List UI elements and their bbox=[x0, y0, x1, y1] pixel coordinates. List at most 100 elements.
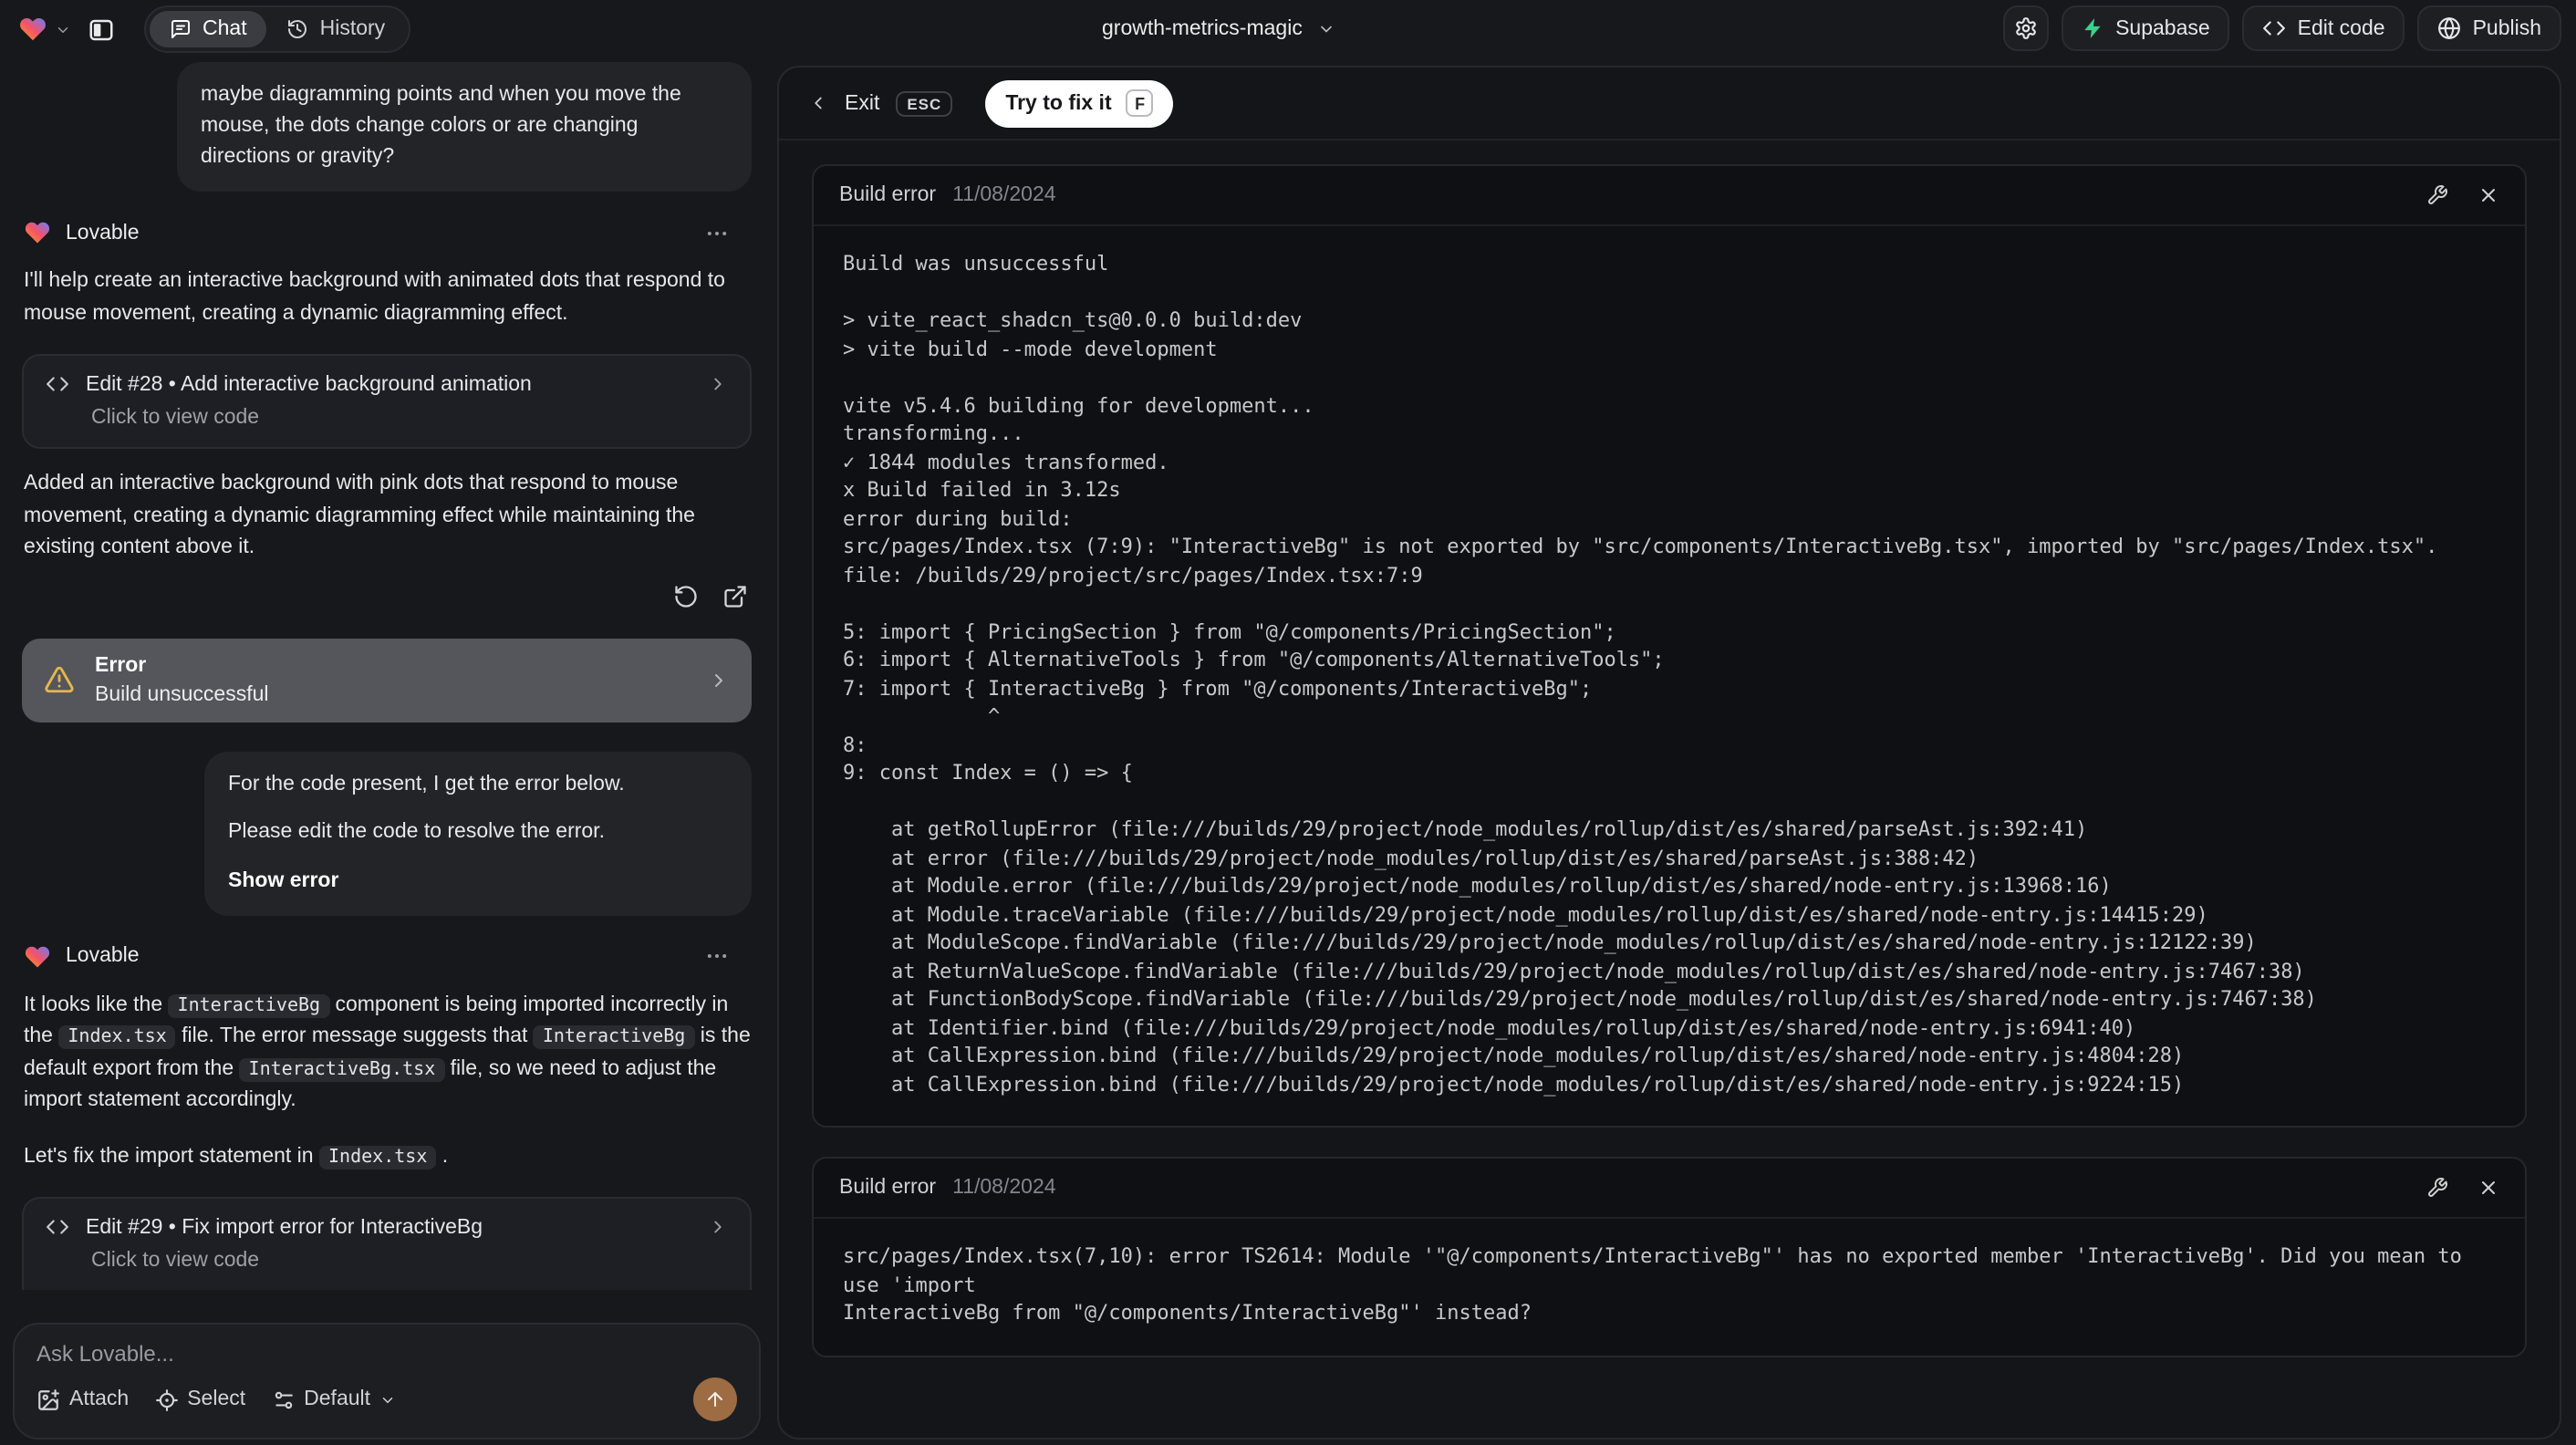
tab-history[interactable]: History bbox=[267, 11, 406, 47]
edit-code-button[interactable]: Edit code bbox=[2242, 5, 2405, 51]
inline-code: Index.tsx bbox=[319, 1145, 437, 1169]
assistant-message: Let's fix the import statement in Index.… bbox=[24, 1145, 449, 1169]
edit-card-29[interactable]: Edit #29 • Fix import error for Interact… bbox=[22, 1197, 752, 1290]
chat-bubble-icon bbox=[170, 18, 192, 40]
error-panel-title: Build error bbox=[839, 184, 937, 206]
top-bar: Chat History growth-metrics-magic Supaba… bbox=[0, 0, 2576, 58]
edit-card-title: Edit #29 • Fix import error for Interact… bbox=[86, 1216, 483, 1238]
code-brackets-icon bbox=[2263, 16, 2287, 40]
code-brackets-icon bbox=[46, 1215, 69, 1239]
close-icon[interactable] bbox=[2477, 1177, 2499, 1199]
chevron-left-icon bbox=[808, 93, 828, 113]
tab-chat-label: Chat bbox=[203, 18, 247, 40]
globe-icon bbox=[2438, 16, 2462, 40]
publish-button[interactable]: Publish bbox=[2417, 5, 2561, 51]
tab-chat[interactable]: Chat bbox=[150, 11, 267, 47]
edit-code-label: Edit code bbox=[2297, 17, 2385, 39]
message-actions bbox=[0, 581, 750, 610]
arrow-up-icon bbox=[704, 1388, 726, 1410]
user-message: maybe diagramming points and when you mo… bbox=[177, 62, 752, 192]
settings-button[interactable] bbox=[2002, 5, 2049, 51]
code-brackets-icon bbox=[46, 372, 69, 396]
assistant-name: Lovable bbox=[66, 222, 140, 244]
build-error-panel-1: Build error 11/08/2024 Build was unsucce… bbox=[812, 164, 2527, 1128]
error-card-title: Error bbox=[95, 654, 147, 676]
show-error-link[interactable]: Show error bbox=[228, 866, 728, 897]
project-switcher[interactable]: growth-metrics-magic bbox=[1102, 0, 1335, 58]
gear-icon bbox=[2013, 16, 2037, 40]
error-panel-date: 11/08/2024 bbox=[952, 184, 1056, 206]
target-icon bbox=[154, 1388, 178, 1411]
select-button[interactable]: Select bbox=[154, 1388, 245, 1411]
top-actions: Supabase Edit code Publish bbox=[2002, 5, 2561, 53]
user-message: For the code present, I get the error be… bbox=[204, 751, 752, 915]
lovable-heart-icon bbox=[18, 15, 47, 44]
chat-input-card: Attach Select bbox=[13, 1323, 761, 1440]
more-options-button[interactable] bbox=[704, 220, 730, 245]
supabase-button[interactable]: Supabase bbox=[2061, 5, 2230, 51]
edit-card-28[interactable]: Edit #28 • Add interactive background an… bbox=[22, 354, 752, 449]
supabase-label: Supabase bbox=[2115, 17, 2210, 39]
fix-button-label: Try to fix it bbox=[1005, 92, 1112, 114]
inline-code: Index.tsx bbox=[58, 1025, 176, 1049]
image-plus-icon bbox=[36, 1388, 60, 1411]
inline-code: InteractiveBg.tsx bbox=[239, 1057, 445, 1081]
build-log: src/pages/Index.tsx(7,10): error TS2614:… bbox=[843, 1244, 2462, 1325]
chevron-right-icon bbox=[708, 669, 730, 691]
esc-key-badge: ESC bbox=[896, 90, 953, 116]
assistant-header: Lovable bbox=[24, 219, 730, 246]
attach-button[interactable]: Attach bbox=[36, 1388, 129, 1411]
assistant-message: It looks like the InteractiveBg componen… bbox=[24, 993, 751, 1111]
preview-header: Exit ESC Try to fix it F bbox=[779, 68, 2560, 140]
try-to-fix-button[interactable]: Try to fix it F bbox=[985, 79, 1174, 127]
inline-code: InteractiveBg bbox=[533, 1025, 695, 1049]
lovable-app: Chat History growth-metrics-magic Supaba… bbox=[0, 0, 2576, 1445]
user-message-line: For the code present, I get the error be… bbox=[228, 773, 625, 795]
assistant-name: Lovable bbox=[66, 945, 140, 967]
supabase-bolt-icon bbox=[2081, 16, 2104, 40]
chevron-right-icon bbox=[708, 1217, 728, 1237]
assistant-message: Added an interactive background with pin… bbox=[24, 469, 752, 565]
chevron-right-icon bbox=[708, 374, 728, 394]
wrench-icon[interactable] bbox=[2426, 1177, 2448, 1199]
lovable-heart-icon bbox=[24, 219, 51, 246]
history-clock-icon bbox=[287, 18, 309, 40]
user-message-line: Please edit the code to resolve the erro… bbox=[228, 820, 605, 842]
send-button[interactable] bbox=[693, 1377, 737, 1421]
chevron-down-icon bbox=[1317, 20, 1335, 38]
close-icon[interactable] bbox=[2477, 184, 2499, 206]
lovable-heart-icon bbox=[24, 942, 51, 970]
tab-history-label: History bbox=[319, 18, 386, 40]
assistant-message: I'll help create an interactive backgrou… bbox=[24, 266, 752, 330]
project-name: growth-metrics-magic bbox=[1102, 18, 1303, 40]
edit-card-subtitle: Click to view code bbox=[91, 407, 260, 429]
exit-label: Exit bbox=[845, 92, 880, 114]
build-error-panel-2: Build error 11/08/2024 src/pages/Index.t… bbox=[812, 1157, 2527, 1357]
chat-panel: maybe diagramming points and when you mo… bbox=[0, 58, 774, 1445]
sliders-icon bbox=[271, 1388, 295, 1411]
refresh-icon[interactable] bbox=[671, 581, 701, 610]
mode-dropdown[interactable]: Default bbox=[271, 1388, 396, 1411]
toggle-sidebar-button[interactable] bbox=[80, 9, 122, 49]
wrench-icon[interactable] bbox=[2426, 184, 2448, 206]
error-preview-panel: Exit ESC Try to fix it F Build error 11/… bbox=[777, 66, 2561, 1440]
more-options-button[interactable] bbox=[704, 943, 730, 969]
warning-triangle-icon bbox=[44, 664, 75, 695]
build-log: Build was unsuccessful > vite_react_shad… bbox=[843, 252, 2438, 1096]
open-external-icon[interactable] bbox=[721, 581, 750, 610]
user-message-text: maybe diagramming points and when you mo… bbox=[201, 84, 681, 168]
assistant-message-text: Added an interactive background with pin… bbox=[24, 473, 695, 558]
chevron-down-icon bbox=[379, 1391, 396, 1408]
build-error-card[interactable]: Error Build unsuccessful bbox=[22, 638, 752, 722]
chevron-down-icon bbox=[55, 21, 71, 37]
error-panel-title: Build error bbox=[839, 1177, 937, 1199]
exit-button[interactable]: Exit ESC bbox=[808, 90, 953, 116]
publish-label: Publish bbox=[2472, 17, 2541, 39]
workspace-menu[interactable] bbox=[18, 0, 71, 58]
edit-card-title: Edit #28 • Add interactive background an… bbox=[86, 373, 532, 395]
inline-code: InteractiveBg bbox=[168, 993, 330, 1017]
assistant-header: Lovable bbox=[24, 942, 730, 970]
chat-input[interactable] bbox=[36, 1341, 737, 1377]
chat-history-tabs: Chat History bbox=[144, 5, 411, 53]
edit-card-subtitle: Click to view code bbox=[91, 1250, 260, 1272]
